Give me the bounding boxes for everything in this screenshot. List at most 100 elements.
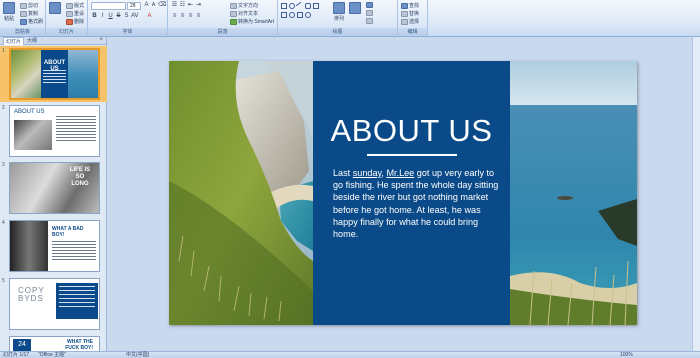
- reset-button[interactable]: 重设: [66, 10, 84, 17]
- cut-button[interactable]: 剪切: [20, 2, 38, 9]
- cliff-photo: [169, 61, 313, 325]
- language-indicator: 中文(中国): [126, 352, 150, 358]
- text-direction-button[interactable]: 文字方向: [230, 2, 258, 9]
- clear-format-button[interactable]: ⌫: [158, 2, 166, 9]
- tab-slides[interactable]: 幻灯片: [3, 36, 25, 45]
- thumb-title: ABOUT US: [14, 109, 45, 115]
- replace-button[interactable]: 替换: [401, 10, 419, 17]
- numbering-button[interactable]: ☷: [179, 2, 186, 9]
- rounded-rect-shape-icon[interactable]: [305, 3, 311, 9]
- spacing-button[interactable]: AV: [131, 13, 139, 20]
- smartart-button[interactable]: 转换为 SmartArt: [230, 18, 274, 25]
- text-direction-icon: [230, 2, 237, 9]
- drawing-group: 排列 绘图: [278, 0, 398, 37]
- text-panel: ABOUT US Last sunday, Mr.Lee got up very…: [313, 61, 510, 325]
- font-name-select[interactable]: [91, 2, 126, 10]
- zoom-level[interactable]: 100%: [620, 352, 633, 358]
- italic-button[interactable]: I: [99, 13, 106, 20]
- theme-name: "Office 主题": [38, 352, 66, 358]
- triangle-shape-icon[interactable]: [313, 3, 319, 9]
- shrink-font-button[interactable]: A: [150, 2, 157, 9]
- editing-group: 查找 替换 选择 编辑: [398, 0, 428, 37]
- align-left-button[interactable]: ≡: [171, 13, 178, 20]
- rectangle-shape-icon[interactable]: [281, 3, 287, 9]
- slide-number: 5: [2, 278, 5, 284]
- close-icon[interactable]: ×: [99, 37, 103, 43]
- thumb-title: LIFE IS SO LONG: [69, 167, 91, 187]
- effects-icon: [366, 18, 373, 24]
- thumb-text-lines: [43, 70, 66, 85]
- smartart-icon: [230, 18, 237, 25]
- align-text-button[interactable]: 对齐文本: [230, 10, 258, 17]
- align-center-button[interactable]: ≡: [179, 13, 186, 20]
- slide-thumbnail-3[interactable]: LIFE IS SO LONG: [9, 162, 100, 214]
- outdent-button[interactable]: ⇥: [195, 2, 202, 9]
- thumb-text-lines: [56, 116, 96, 143]
- arrow-shape-icon[interactable]: [281, 12, 287, 18]
- paste-icon: [3, 2, 15, 14]
- indent-button[interactable]: ⇤: [187, 2, 194, 9]
- replace-icon: [401, 10, 408, 17]
- slide-body-text[interactable]: Last sunday, Mr.Lee got up very early to…: [333, 167, 501, 240]
- grow-font-button[interactable]: A: [143, 2, 150, 9]
- new-slide-button[interactable]: [49, 2, 61, 14]
- strike-button[interactable]: S: [115, 13, 122, 20]
- shape-effects-button[interactable]: [366, 18, 373, 24]
- slide-title[interactable]: ABOUT US: [313, 113, 510, 149]
- justify-button[interactable]: ≡: [195, 13, 202, 20]
- layout-button[interactable]: 版式: [66, 2, 84, 9]
- slide-thumbnail-4[interactable]: WHAT A BAD BOY!: [9, 220, 100, 272]
- paste-button[interactable]: 粘贴: [3, 2, 15, 22]
- shape-outline-button[interactable]: [366, 10, 373, 16]
- find-button[interactable]: 查找: [401, 2, 419, 9]
- thumb-photo: [10, 221, 48, 271]
- thumb-photo: [68, 50, 98, 98]
- slide-number: 3: [2, 162, 5, 168]
- quick-styles-button[interactable]: [349, 2, 361, 14]
- panel-tabs: 幻灯片 大纲 ×: [0, 36, 106, 45]
- copy-button[interactable]: 复制: [20, 10, 38, 17]
- shadow-button[interactable]: S: [123, 13, 130, 20]
- thumb-title: WHAT A BAD BOY!: [52, 226, 84, 238]
- vertical-scrollbar[interactable]: [692, 37, 700, 351]
- arrange-button[interactable]: 排列: [333, 2, 345, 22]
- underline-button[interactable]: U: [107, 13, 114, 20]
- format-painter-button[interactable]: 格式刷: [20, 18, 43, 25]
- font-color-button[interactable]: A: [146, 13, 153, 20]
- line-shape-icon[interactable]: [295, 1, 305, 11]
- slide-thumbnail-row: 4 WHAT A BAD BOY!: [0, 218, 107, 274]
- select-button[interactable]: 选择: [401, 18, 419, 25]
- delete-icon: [66, 18, 73, 25]
- thumb-text-lines: [52, 241, 96, 262]
- thumb-title: COPY BYDS: [18, 286, 45, 303]
- oval-shape-icon[interactable]: [289, 3, 295, 9]
- slide-number: 1: [2, 48, 5, 54]
- bullets-button[interactable]: ☰: [171, 2, 178, 9]
- tab-outline[interactable]: 大纲: [27, 37, 37, 44]
- slide-thumbnail-row: 1 ABOUT US: [0, 46, 107, 102]
- thumb-badge: 24: [13, 339, 31, 351]
- copy-icon: [20, 10, 27, 17]
- align-right-button[interactable]: ≡: [187, 13, 194, 20]
- brace-shape-icon[interactable]: [305, 12, 311, 18]
- slide-thumbnail-1[interactable]: ABOUT US: [9, 48, 100, 100]
- clipboard-group: 粘贴 剪切 复制 格式刷 剪贴板: [0, 0, 46, 37]
- delete-slide-button[interactable]: 删除: [66, 18, 84, 25]
- shape-fill-button[interactable]: [366, 2, 373, 8]
- body-text-underlined-word: sunday: [352, 168, 382, 178]
- brush-icon: [20, 18, 27, 25]
- font-size-select[interactable]: 28: [127, 2, 141, 10]
- thumb-panel: [56, 283, 98, 319]
- sea-photo: [510, 61, 637, 325]
- current-slide[interactable]: ABOUT US Last sunday, Mr.Lee got up very…: [169, 61, 637, 325]
- bold-button[interactable]: B: [91, 13, 98, 20]
- slide-thumbnail-2[interactable]: ABOUT US: [9, 105, 100, 157]
- slide-thumbnail-5[interactable]: COPY BYDS: [9, 278, 100, 330]
- new-slide-icon: [49, 2, 61, 14]
- cursor-icon: [401, 18, 408, 25]
- star-shape-icon[interactable]: [289, 12, 295, 18]
- slide-thumbnail-6[interactable]: 24 WHAT THE FUCK BOY!: [9, 336, 100, 351]
- callout-shape-icon[interactable]: [297, 12, 303, 18]
- thumb-photo: [11, 50, 41, 98]
- group-label: 幻灯片: [46, 28, 87, 36]
